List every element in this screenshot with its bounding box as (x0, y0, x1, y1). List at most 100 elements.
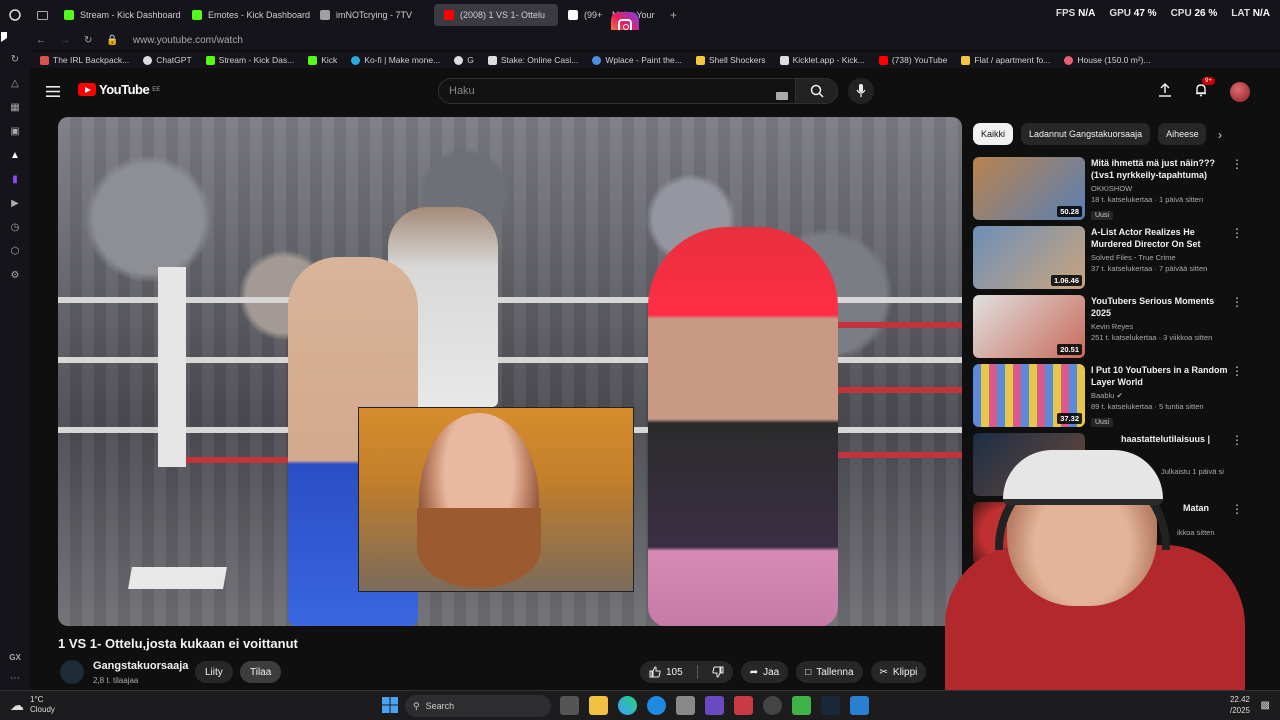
bookmark-item[interactable]: G (454, 55, 474, 65)
chip-all[interactable]: Kaikki (973, 123, 1014, 145)
copilot-icon[interactable] (618, 696, 637, 715)
bookmark-item[interactable]: ChatGPT (143, 55, 192, 65)
more-options-icon[interactable]: ⋮ (1231, 295, 1243, 309)
channel-avatar[interactable] (60, 660, 84, 684)
related-video-item[interactable]: 20.51 YouTubers Serious Moments 2025 Kev… (973, 295, 1243, 364)
chip-uploader[interactable]: Ladannut Gangstakuorsaaja (1021, 123, 1151, 145)
video-thumbnail[interactable]: 50.28 (973, 157, 1085, 220)
weather-widget[interactable]: ☁ 1°C Cloudy (10, 695, 55, 715)
opera-gx-logo-icon[interactable] (0, 9, 30, 21)
url-field[interactable]: www.youtube.com/watch (133, 35, 243, 46)
related-video-item[interactable]: 37.32 I Put 10 YouTubers in a Random Lay… (973, 364, 1243, 433)
voice-search-button[interactable] (848, 78, 874, 104)
related-title[interactable]: Mitä ihmettä mä just näin??? (1vs1 nyrkk… (1091, 157, 1229, 181)
tab-tiktok[interactable]: (99+ (558, 4, 602, 26)
bookmark-item[interactable]: House (150.0 m²)... (1064, 55, 1151, 65)
more-options-icon[interactable]: ⋮ (1231, 364, 1243, 378)
bookmark-label: (738) YouTube (891, 55, 948, 65)
like-button[interactable]: 105 (640, 661, 692, 683)
tab-overview-icon[interactable] (30, 10, 54, 20)
bookmark-item[interactable]: The IRL Backpack... (40, 55, 129, 65)
chevron-right-icon[interactable]: › (1218, 128, 1222, 142)
notifications-button[interactable]: 9+ (1194, 76, 1215, 102)
related-title[interactable]: YouTubers Serious Moments 2025 (1091, 295, 1229, 319)
media-player-icon[interactable] (792, 696, 811, 715)
dislike-button[interactable] (703, 661, 733, 683)
related-channel[interactable]: Kevin Reyes (1091, 322, 1229, 331)
bookmark-item[interactable]: Stake: Online Casi... (487, 55, 578, 65)
tab-7tv[interactable]: imNOTcrying - 7TV (310, 4, 434, 26)
taskbar-search[interactable]: ⚲ Search (405, 695, 551, 717)
video-thumbnail[interactable]: 20.51 (973, 295, 1085, 358)
channel-name[interactable]: Gangstakuorsaaja (93, 660, 188, 672)
related-title[interactable]: I Put 10 YouTubers in a Random Layer Wor… (1091, 364, 1229, 388)
system-clock[interactable]: 22.42 /2025 (1230, 694, 1250, 716)
cube-icon[interactable]: ⬡ (11, 246, 20, 257)
bookmark-item[interactable]: Kicklet.app - Kick... (779, 55, 865, 65)
youtube-logo[interactable]: YouTube EE (78, 82, 160, 97)
related-title[interactable]: haastattelutilaisuus | (1091, 433, 1229, 445)
bookmark-item[interactable]: Ko-fi | Make mone... (351, 55, 440, 65)
store-icon[interactable] (676, 696, 695, 715)
clip-button[interactable]: ✂ Klippi (870, 661, 927, 683)
more-icon[interactable]: ⋯ (10, 673, 20, 684)
video-thumbnail[interactable]: 37.32 (973, 364, 1085, 427)
related-channel[interactable]: Solved Files - True Crime (1091, 253, 1229, 262)
bookmark-item[interactable]: Shell Shockers (695, 55, 766, 65)
bookmark-item[interactable]: Kick (308, 55, 337, 65)
more-options-icon[interactable]: ⋮ (1231, 157, 1243, 171)
tab-kick-emotes[interactable]: Emotes - Kick Dashboard (182, 4, 310, 26)
video-player[interactable] (58, 117, 962, 626)
bookmark-item[interactable]: Flat / apartment fo... (961, 55, 1050, 65)
new-tab-button[interactable]: + (664, 8, 683, 22)
app-icon[interactable] (763, 696, 782, 715)
player-icon[interactable]: ▶ (11, 198, 19, 209)
bookmark-item[interactable]: Wplace - Paint the... (592, 55, 682, 65)
more-options-icon[interactable]: ⋮ (1231, 226, 1243, 240)
opera-gx-taskbar-icon[interactable] (734, 696, 753, 715)
join-button[interactable]: Liity (195, 661, 233, 683)
search-icon: ⚲ (413, 700, 420, 711)
settings-icon[interactable]: ⚙ (11, 270, 20, 281)
tab-kick-dashboard[interactable]: Stream - Kick Dashboard (54, 4, 182, 26)
task-view-icon[interactable] (560, 696, 579, 715)
edge-icon[interactable] (647, 696, 666, 715)
windows-start-icon[interactable] (382, 697, 398, 718)
history-icon[interactable]: ↻ (11, 54, 19, 65)
file-explorer-icon[interactable] (589, 696, 608, 715)
bookmark-item[interactable]: (738) YouTube (878, 55, 948, 65)
clock-icon[interactable]: ◷ (11, 222, 20, 233)
search-input[interactable]: Haku (438, 78, 796, 104)
share-button[interactable]: ➦ Jaa (740, 661, 789, 683)
more-options-icon[interactable]: ⋮ (1231, 433, 1243, 447)
gx-corner-icon[interactable]: ▦ (10, 102, 19, 113)
related-video-item[interactable]: 50.28 Mitä ihmettä mä just näin??? (1vs1… (973, 157, 1243, 226)
search-button[interactable] (796, 78, 838, 104)
back-icon[interactable]: ← (36, 35, 46, 46)
twitch-icon[interactable]: ▮ (12, 174, 18, 185)
upload-icon[interactable] (1158, 82, 1172, 102)
steam-icon[interactable] (821, 696, 840, 715)
obs-icon[interactable] (705, 696, 724, 715)
related-title[interactable]: A-List Actor Realizes He Murdered Direct… (1091, 226, 1229, 250)
extensions-icon[interactable]: △ (11, 78, 19, 89)
bookmark-item[interactable]: Stream - Kick Das... (205, 55, 294, 65)
subscribe-button[interactable]: Tilaa (240, 661, 282, 683)
forward-icon[interactable]: → (60, 35, 70, 46)
chip-related[interactable]: Aiheese (1158, 123, 1207, 145)
scissors-icon: ✂ (879, 666, 888, 678)
news-icon[interactable]: ▣ (10, 126, 19, 137)
tab-youtube-active[interactable]: (2008) 1 VS 1- Ottelu (434, 4, 558, 26)
save-button[interactable]: □ Tallenna (796, 661, 863, 683)
kick-sidebar-icon[interactable]: ▲ (10, 150, 20, 161)
keyboard-icon[interactable] (776, 87, 788, 105)
menu-icon[interactable] (46, 84, 60, 102)
account-avatar[interactable] (1230, 82, 1250, 102)
related-channel[interactable]: Baablu ✔ (1091, 391, 1229, 400)
related-channel[interactable]: OKKISHOW (1091, 184, 1229, 193)
related-video-item[interactable]: 1.06.46 A-List Actor Realizes He Murdere… (973, 226, 1243, 295)
app-icon[interactable] (850, 696, 869, 715)
video-thumbnail[interactable]: 1.06.46 (973, 226, 1085, 289)
notification-center-icon[interactable]: ▩ (1261, 700, 1270, 711)
reload-icon[interactable]: ↻ (84, 35, 92, 46)
